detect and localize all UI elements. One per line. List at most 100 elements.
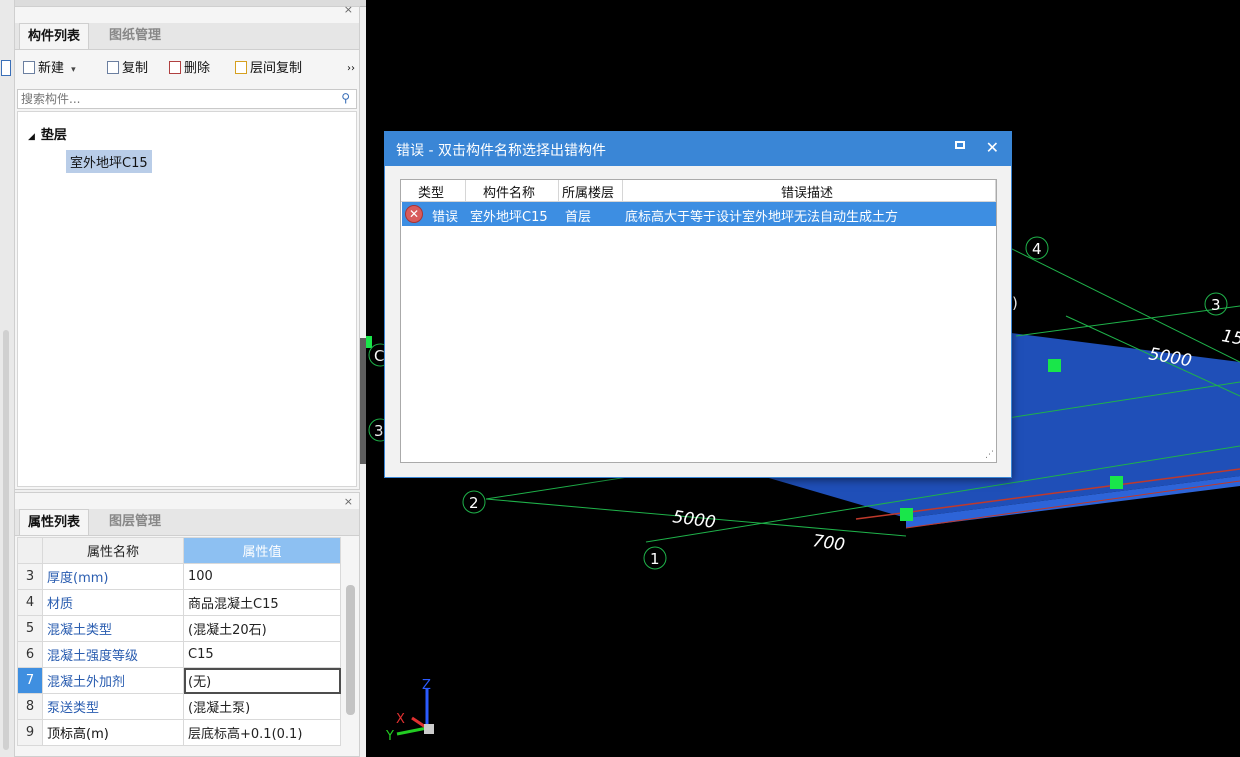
row-number: 7 — [17, 667, 43, 694]
component-toolbar: 新建 ▾ 复制 删除 层间复制 ›› — [15, 55, 359, 83]
copy-label: 复制 — [122, 61, 149, 76]
left-dock-strip — [0, 0, 15, 757]
error-floor: 首层 — [565, 210, 592, 225]
resize-grip-icon[interactable]: ⋰ — [985, 450, 994, 460]
property-name: 材质 — [42, 589, 184, 616]
axis-label-left-3: 3 — [374, 422, 384, 440]
dimension-text: 15 — [1220, 326, 1240, 349]
chevron-down-icon[interactable]: ▾ — [71, 65, 76, 75]
property-value[interactable]: 层底标高+0.1(0.1) — [183, 719, 341, 746]
tree-group-cushion[interactable]: ◢ 垫层 — [28, 124, 67, 143]
delete-button[interactable]: 删除 — [169, 60, 210, 78]
x-axis-label: X — [396, 712, 405, 727]
col-type[interactable]: 类型 — [418, 182, 444, 201]
component-tree: ◢ 垫层 室外地坪C15 — [17, 111, 357, 487]
col-floor[interactable]: 所属楼层 — [562, 182, 614, 201]
row-number: 9 — [17, 719, 43, 746]
property-value[interactable]: C15 — [183, 641, 341, 668]
left-scrollbar[interactable] — [3, 330, 9, 750]
tab-component-list[interactable]: 构件列表 — [19, 23, 90, 49]
collapse-icon[interactable]: ◢ — [28, 132, 35, 142]
error-icon: ✕ — [405, 205, 423, 223]
header-value: 属性值 — [183, 537, 341, 564]
copy-icon — [107, 61, 119, 74]
search-icon[interactable]: ⚲ — [341, 91, 350, 105]
close-icon[interactable]: × — [344, 495, 353, 508]
dimension-text: 700 — [811, 531, 846, 555]
search-input[interactable] — [18, 90, 324, 108]
property-name: 混凝土类型 — [42, 615, 184, 642]
col-name[interactable]: 构件名称 — [483, 182, 535, 201]
table-row[interactable]: ✕ 错误 室外地坪C15 首层 底标高大于等于设计室外地坪无法自动生成土方 — [402, 202, 996, 226]
search-box: ⚲ — [17, 89, 357, 109]
tree-item-selected[interactable]: 室外地坪C15 — [66, 150, 152, 173]
z-axis-label: Z — [422, 678, 431, 693]
property-value[interactable]: (混凝土泵) — [183, 693, 341, 720]
axis-label-3: 3 — [1211, 296, 1221, 314]
table-row[interactable]: 5 混凝土类型 (混凝土20石) — [17, 615, 341, 642]
table-row[interactable]: 3 厚度(mm) 100 — [17, 563, 341, 590]
property-header-row: 属性名称 属性值 — [17, 537, 341, 564]
maximize-icon[interactable] — [955, 141, 965, 149]
col-separator[interactable] — [558, 180, 559, 201]
property-name: 混凝土强度等级 — [42, 641, 184, 668]
dimension-fragment: ) — [1012, 294, 1018, 312]
property-name: 泵送类型 — [42, 693, 184, 720]
floor-copy-icon — [235, 61, 247, 74]
copy-button[interactable]: 复制 — [107, 60, 148, 78]
header-name: 属性名称 — [42, 537, 184, 564]
close-icon[interactable]: × — [344, 3, 353, 16]
tree-group-label: 垫层 — [40, 128, 67, 143]
more-tools-icon[interactable]: ›› — [347, 60, 355, 78]
property-scrollbar[interactable] — [346, 585, 355, 715]
property-value[interactable]: 商品混凝土C15 — [183, 589, 341, 616]
table-row[interactable]: 8 泵送类型 (混凝土泵) — [17, 693, 341, 720]
table-row[interactable]: 6 混凝土强度等级 C15 — [17, 641, 341, 668]
close-icon[interactable]: ✕ — [986, 138, 999, 157]
dimension-text: 5000 — [671, 507, 717, 533]
tab-layer-management[interactable]: 图层管理 — [101, 509, 169, 535]
y-axis-line — [396, 726, 428, 736]
error-component-name[interactable]: 室外地坪C15 — [470, 206, 548, 225]
table-row-selected[interactable]: 7 混凝土外加剂 (无) — [17, 667, 341, 694]
dock-icon[interactable] — [1, 60, 11, 76]
delete-label: 删除 — [184, 61, 211, 76]
grip-point[interactable] — [366, 336, 372, 348]
table-row[interactable]: 4 材质 商品混凝土C15 — [17, 589, 341, 616]
floor-copy-label: 层间复制 — [250, 61, 303, 76]
property-name: 顶标高(m) — [42, 719, 184, 746]
tab-drawing-management[interactable]: 图纸管理 — [101, 23, 169, 49]
y-axis-label: Y — [385, 729, 394, 744]
property-name: 厚度(mm) — [42, 563, 184, 590]
col-separator — [995, 180, 996, 201]
axis-label-2: 2 — [469, 494, 479, 512]
row-number: 4 — [17, 589, 43, 616]
table-row[interactable]: 9 顶标高(m) 层底标高+0.1(0.1) — [17, 719, 341, 746]
dialog-title: 错误 - 双击构件名称选择出错构件 — [396, 143, 606, 159]
new-file-icon — [23, 61, 35, 74]
floor-copy-button[interactable]: 层间复制 — [235, 60, 302, 78]
property-value[interactable]: (混凝土20石) — [183, 615, 341, 642]
grip-point[interactable] — [1048, 359, 1061, 372]
error-description: 底标高大于等于设计室外地坪无法自动生成土方 — [625, 210, 899, 225]
property-value-editing[interactable]: (无) — [183, 667, 341, 694]
grip-point[interactable] — [1110, 476, 1123, 489]
col-separator[interactable] — [465, 180, 466, 201]
axis-label-1: 1 — [650, 550, 660, 568]
tab-property-list[interactable]: 属性列表 — [19, 509, 90, 535]
col-desc[interactable]: 错误描述 — [781, 182, 833, 201]
error-type: 错误 — [432, 210, 459, 225]
col-separator[interactable] — [622, 180, 623, 201]
row-number: 5 — [17, 615, 43, 642]
property-name: 混凝土外加剂 — [42, 667, 184, 694]
row-number: 8 — [17, 693, 43, 720]
delete-icon — [169, 61, 181, 74]
error-list-header: 类型 构件名称 所属楼层 错误描述 — [401, 180, 996, 202]
new-button[interactable]: 新建 ▾ — [23, 60, 76, 78]
header-rownum — [17, 537, 43, 564]
dialog-titlebar[interactable]: 错误 - 双击构件名称选择出错构件 ✕ — [385, 132, 1011, 166]
property-value[interactable]: 100 — [183, 563, 341, 590]
row-number: 6 — [17, 641, 43, 668]
grip-point[interactable] — [900, 508, 913, 521]
component-tabbar: 构件列表 图纸管理 — [15, 23, 359, 50]
